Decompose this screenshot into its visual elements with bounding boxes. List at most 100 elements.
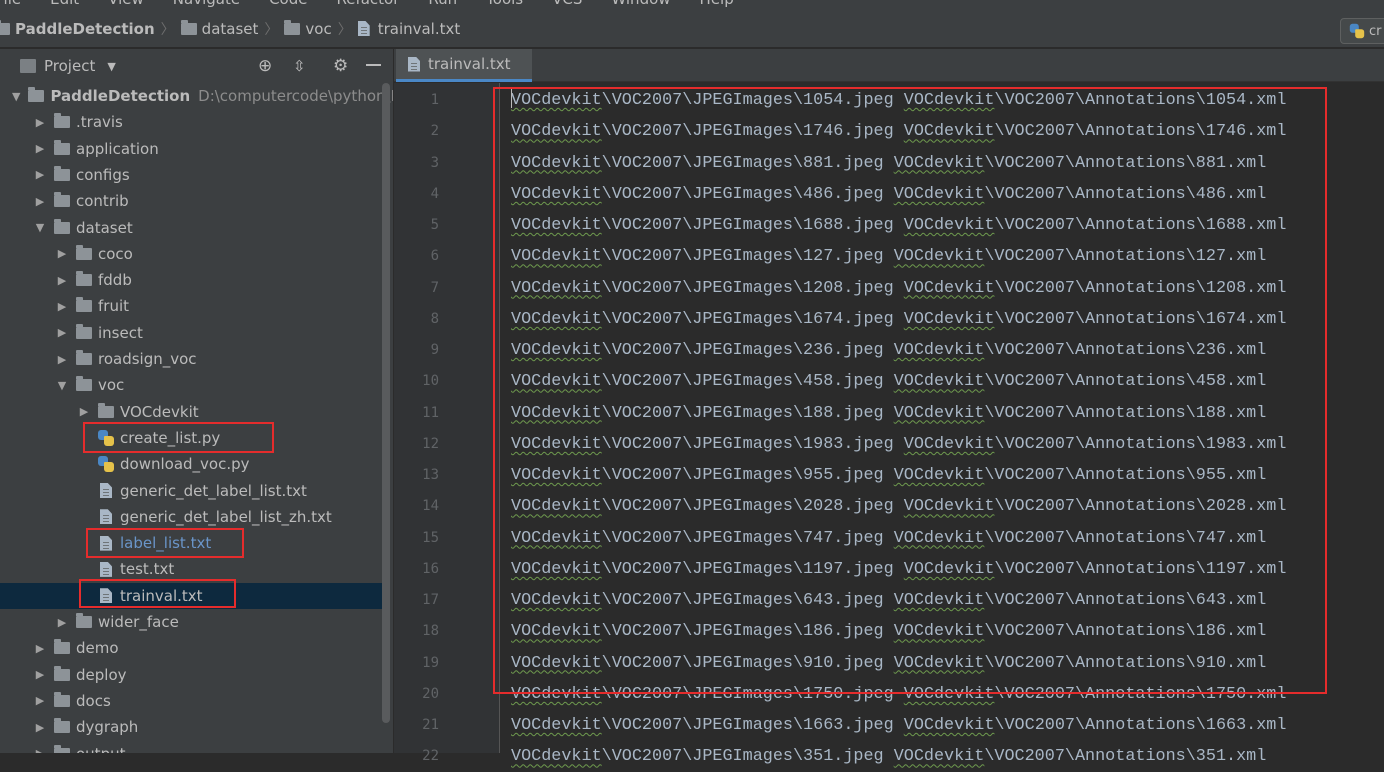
chevron-right-icon[interactable]: ▶ xyxy=(34,694,46,707)
tab-trainval-txt[interactable]: trainval.txt xyxy=(396,49,532,82)
code-line[interactable]: VOCdevkit\VOC2007\JPEGImages\1983.jpeg V… xyxy=(511,429,1286,460)
tree-item-application[interactable]: ▶ application xyxy=(0,136,386,162)
code-line[interactable]: VOCdevkit\VOC2007\JPEGImages\747.jpeg VO… xyxy=(511,523,1266,554)
tree-item-dygraph[interactable]: ▶ dygraph xyxy=(0,714,386,740)
chevron-down-icon[interactable]: ▼ xyxy=(34,221,46,234)
tree-item-insect[interactable]: ▶ insect xyxy=(0,320,386,346)
chevron-right-icon[interactable]: ▶ xyxy=(56,353,68,366)
tree-item-label: fruit xyxy=(98,297,130,316)
locate-icon[interactable]: ⊕ xyxy=(258,56,272,76)
tree-item-travis[interactable]: ▶ .travis xyxy=(0,109,386,135)
tree-item-vocdevkit[interactable]: ▶ VOCdevkit xyxy=(0,399,386,425)
chevron-right-icon[interactable]: ▶ xyxy=(34,642,46,655)
tree-item-test-txt[interactable]: ▶test.txt xyxy=(0,556,386,582)
chevron-right-icon[interactable]: ▶ xyxy=(56,274,68,287)
menu-item-file[interactable]: File xyxy=(0,0,21,8)
breadcrumb-item-project[interactable]: PaddleDetection xyxy=(0,19,155,38)
tree-item-demo[interactable]: ▶ demo xyxy=(0,635,386,661)
code-line[interactable]: VOCdevkit\VOC2007\JPEGImages\1746.jpeg V… xyxy=(511,116,1286,147)
tree-item-wider-face[interactable]: ▶ wider_face xyxy=(0,609,386,635)
tree-item-configs[interactable]: ▶ configs xyxy=(0,162,386,188)
menu-item-refactor[interactable]: Refactor xyxy=(336,0,399,8)
tree-item-download-voc-py[interactable]: ▶download_voc.py xyxy=(0,451,386,477)
chevron-down-icon[interactable]: ▼ xyxy=(12,90,20,103)
folder-icon xyxy=(54,718,70,734)
dropdown-arrow-icon[interactable]: ▼ xyxy=(107,60,115,73)
breadcrumb-item-dataset[interactable]: dataset xyxy=(180,19,258,38)
tree-item-dataset[interactable]: ▼ dataset xyxy=(0,215,386,241)
menu-item-navigate[interactable]: Navigate xyxy=(173,0,240,8)
collapse-all-icon[interactable]: ⇳ xyxy=(293,57,306,75)
menu-item-help[interactable]: Help xyxy=(700,0,734,8)
tree-item-label: application xyxy=(76,139,159,158)
code-line[interactable]: VOCdevkit\VOC2007\JPEGImages\1750.jpeg V… xyxy=(511,679,1286,710)
code-line[interactable]: VOCdevkit\VOC2007\JPEGImages\1054.jpeg V… xyxy=(511,85,1286,116)
chevron-right-icon[interactable]: ▶ xyxy=(34,668,46,681)
chevron-right-icon[interactable]: ▶ xyxy=(34,721,46,734)
breadcrumb-item-voc[interactable]: voc xyxy=(284,19,332,38)
tree-item-voc[interactable]: ▼ voc xyxy=(0,372,386,398)
chevron-right-icon[interactable]: ▶ xyxy=(56,300,68,313)
code-line[interactable]: VOCdevkit\VOC2007\JPEGImages\910.jpeg VO… xyxy=(511,648,1266,679)
menu-item-code[interactable]: Code xyxy=(269,0,307,8)
tree-item-create-list-py[interactable]: ▶create_list.py xyxy=(0,425,386,451)
chevron-right-icon[interactable]: ▶ xyxy=(34,142,46,155)
minimize-icon[interactable] xyxy=(366,64,381,66)
code-line[interactable]: VOCdevkit\VOC2007\JPEGImages\1663.jpeg V… xyxy=(511,710,1286,741)
chevron-right-icon[interactable]: ▶ xyxy=(34,168,46,181)
tree-item-label-list-txt[interactable]: ▶label_list.txt xyxy=(0,530,386,556)
breadcrumb-item-file[interactable]: trainval.txt xyxy=(357,20,460,38)
run-config-selector[interactable]: cr xyxy=(1340,18,1384,44)
menu-item-run[interactable]: Run xyxy=(428,0,457,8)
chevron-down-icon[interactable]: ▼ xyxy=(56,379,68,392)
menu-item-window[interactable]: Window xyxy=(611,0,670,8)
code-line[interactable]: VOCdevkit\VOC2007\JPEGImages\188.jpeg VO… xyxy=(511,398,1266,429)
code-line[interactable]: VOCdevkit\VOC2007\JPEGImages\1674.jpeg V… xyxy=(511,304,1286,335)
menu-item-view[interactable]: View xyxy=(108,0,144,8)
menu-item-edit[interactable]: Edit xyxy=(50,0,79,8)
chevron-right-icon[interactable]: ▶ xyxy=(56,616,68,629)
code-line[interactable]: VOCdevkit\VOC2007\JPEGImages\1208.jpeg V… xyxy=(511,273,1286,304)
chevron-right-icon[interactable]: ▶ xyxy=(56,247,68,260)
code-line[interactable]: VOCdevkit\VOC2007\JPEGImages\643.jpeg VO… xyxy=(511,585,1266,616)
tree-item-trainval-txt[interactable]: ▶trainval.txt xyxy=(0,582,386,609)
tree-item-generic-det-label-list-txt[interactable]: ▶generic_det_label_list.txt xyxy=(0,478,386,504)
chevron-right-icon: 〉 xyxy=(337,21,352,38)
chevron-right-icon[interactable]: ▶ xyxy=(78,405,90,418)
scrollbar[interactable] xyxy=(382,83,390,723)
chevron-right-icon[interactable]: ▶ xyxy=(34,116,46,129)
tree-item-label: create_list.py xyxy=(120,428,221,447)
tree-item-docs[interactable]: ▶ docs xyxy=(0,688,386,714)
chevron-right-icon[interactable]: ▶ xyxy=(34,195,46,208)
chevron-right-icon[interactable]: ▶ xyxy=(34,747,46,753)
gutter-divider xyxy=(499,83,500,753)
tree-item-contrib[interactable]: ▶ contrib xyxy=(0,188,386,214)
code-line[interactable]: VOCdevkit\VOC2007\JPEGImages\2028.jpeg V… xyxy=(511,491,1286,522)
tree-item-label: .travis xyxy=(76,113,123,132)
code-line[interactable]: VOCdevkit\VOC2007\JPEGImages\127.jpeg VO… xyxy=(511,241,1266,272)
code-line[interactable]: VOCdevkit\VOC2007\JPEGImages\1688.jpeg V… xyxy=(511,210,1286,241)
menu-item-tools[interactable]: Tools xyxy=(486,0,523,8)
code-line[interactable]: VOCdevkit\VOC2007\JPEGImages\186.jpeg VO… xyxy=(511,616,1266,647)
tree-item-output[interactable]: ▶ output xyxy=(0,741,386,753)
tree-item-fruit[interactable]: ▶ fruit xyxy=(0,293,386,319)
code-line[interactable]: VOCdevkit\VOC2007\JPEGImages\458.jpeg VO… xyxy=(511,366,1266,397)
chevron-right-icon[interactable]: ▶ xyxy=(56,326,68,339)
code-line[interactable]: VOCdevkit\VOC2007\JPEGImages\881.jpeg VO… xyxy=(511,148,1266,179)
tree-item-fddb[interactable]: ▶ fddb xyxy=(0,267,386,293)
code-line[interactable]: VOCdevkit\VOC2007\JPEGImages\351.jpeg VO… xyxy=(511,741,1266,772)
code-line[interactable]: VOCdevkit\VOC2007\JPEGImages\1197.jpeg V… xyxy=(511,554,1286,585)
code-line[interactable]: VOCdevkit\VOC2007\JPEGImages\955.jpeg VO… xyxy=(511,460,1266,491)
code-line[interactable]: VOCdevkit\VOC2007\JPEGImages\236.jpeg VO… xyxy=(511,335,1266,366)
line-number: 10 xyxy=(422,373,439,390)
tree-item-generic-det-label-list-zh-txt[interactable]: ▶generic_det_label_list_zh.txt xyxy=(0,504,386,530)
code-line[interactable]: VOCdevkit\VOC2007\JPEGImages\486.jpeg VO… xyxy=(511,179,1266,210)
tree-item-paddledetection[interactable]: ▼ PaddleDetection D:\computercode\python\P… xyxy=(0,83,393,109)
tree-item-coco[interactable]: ▶ coco xyxy=(0,241,386,267)
gear-icon[interactable]: ⚙ xyxy=(333,56,348,76)
tree-item-deploy[interactable]: ▶ deploy xyxy=(0,662,386,688)
project-view-selector[interactable]: Project xyxy=(44,57,95,75)
menu-item-vcs[interactable]: VCS xyxy=(552,0,582,8)
tree-item-label: roadsign_voc xyxy=(98,350,197,368)
tree-item-roadsign-voc[interactable]: ▶ roadsign_voc xyxy=(0,346,386,372)
